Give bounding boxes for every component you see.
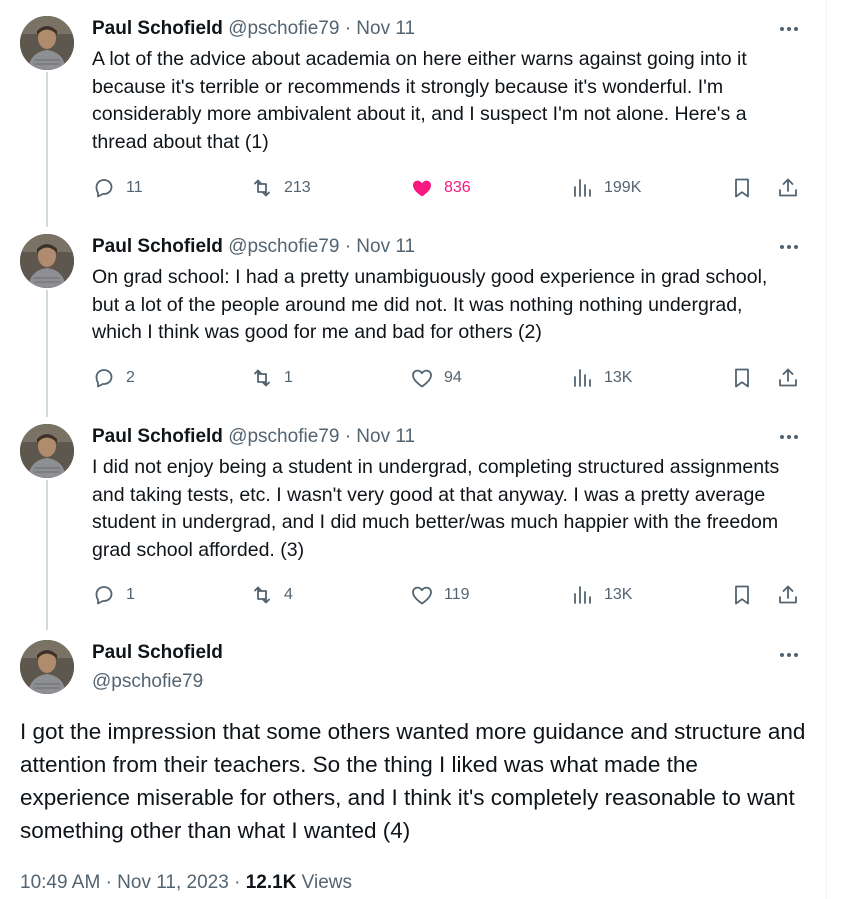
tweet-full-date[interactable]: Nov 11, 2023 (117, 872, 229, 893)
tweet-date[interactable]: Nov 11 (356, 18, 415, 39)
more-options-icon[interactable] (776, 427, 802, 447)
avatar[interactable] (20, 424, 74, 478)
like-count: 94 (444, 369, 462, 386)
reply-icon (95, 586, 113, 605)
tweet-time[interactable]: 10:49 AM (20, 872, 100, 893)
author-handle[interactable]: @pschofie79 (92, 670, 203, 694)
retweet-button[interactable]: 213 (250, 174, 311, 202)
reply-count: 11 (126, 179, 143, 196)
share-button[interactable] (776, 174, 800, 202)
author-name[interactable]: Paul Schofield (92, 426, 223, 447)
bookmark-icon (735, 368, 749, 388)
share-button[interactable] (776, 364, 800, 392)
thread-line (46, 290, 48, 417)
analytics-icon (574, 369, 591, 387)
analytics-icon (574, 179, 591, 197)
reply-icon (95, 369, 113, 388)
retweet-button[interactable]: 4 (250, 581, 293, 609)
views-count: 13K (604, 586, 633, 603)
heart-icon (412, 369, 432, 388)
bookmark-button[interactable] (730, 364, 754, 392)
timeline-border (826, 0, 827, 899)
views-button[interactable]: 199K (570, 174, 641, 202)
separator-dot: · (234, 872, 241, 893)
tweet-text: I did not enjoy being a student in under… (92, 456, 780, 561)
tweet-actions: 2 1 94 13K (0, 364, 826, 392)
bookmark-icon (735, 178, 749, 198)
heart-icon (412, 586, 432, 605)
author-name[interactable]: Paul Schofield (92, 236, 223, 257)
tweet-header: Paul Schofield @pschofie79 · Nov 11 (92, 235, 415, 259)
share-icon (779, 178, 797, 197)
retweet-icon (254, 369, 270, 387)
separator-dot: · (105, 872, 112, 893)
tweet-text: A lot of the advice about academia on he… (92, 48, 747, 153)
separator-dot: · (344, 426, 352, 447)
reply-count: 2 (126, 369, 135, 386)
like-count: 119 (444, 586, 470, 603)
reply-button[interactable]: 11 (92, 174, 143, 202)
share-button[interactable] (776, 581, 800, 609)
reply-button[interactable]: 2 (92, 364, 135, 392)
author-handle[interactable]: @pschofie79 (228, 18, 339, 39)
bookmark-button[interactable] (730, 581, 754, 609)
retweet-icon (254, 586, 270, 604)
retweet-count: 4 (284, 586, 293, 603)
tweet-date[interactable]: Nov 11 (356, 426, 415, 447)
tweet-header: Paul Schofield @pschofie79 · Nov 11 (92, 425, 415, 449)
retweet-count: 1 (284, 369, 293, 386)
reply-count: 1 (126, 586, 135, 603)
share-icon (779, 585, 797, 604)
separator-dot: · (344, 18, 352, 39)
more-options-icon[interactable] (776, 19, 802, 39)
retweet-button[interactable]: 1 (250, 364, 293, 392)
bookmark-icon (735, 585, 749, 605)
like-button[interactable]: 836 (410, 174, 471, 202)
views-button[interactable]: 13K (570, 581, 632, 609)
avatar[interactable] (20, 640, 74, 694)
share-icon (779, 368, 797, 387)
more-options-icon[interactable] (776, 645, 802, 665)
views-label: Views (301, 872, 353, 893)
views-count: 199K (604, 179, 642, 196)
retweet-count: 213 (284, 179, 311, 196)
views-count: 13K (604, 369, 633, 386)
reply-button[interactable]: 1 (92, 581, 135, 609)
tweet-actions: 11 213 836 199K (0, 174, 826, 202)
tweet-header: Paul Schofield @pschofie79 · Nov 11 (92, 17, 415, 41)
separator-dot: · (344, 236, 352, 257)
author-name[interactable]: Paul Schofield (92, 641, 223, 665)
more-options-icon[interactable] (776, 237, 802, 257)
author-name[interactable]: Paul Schofield (92, 18, 223, 39)
views-button[interactable]: 13K (570, 364, 632, 392)
views-total[interactable]: 12.1K (246, 872, 297, 893)
tweet-text: On grad school: I had a pretty unambiguo… (92, 266, 768, 343)
thread-line (46, 72, 48, 227)
tweet-actions: 1 4 119 13K (0, 581, 826, 609)
author-handle[interactable]: @pschofie79 (228, 426, 339, 447)
avatar[interactable] (20, 16, 74, 70)
like-count: 836 (444, 179, 471, 196)
analytics-icon (574, 586, 591, 604)
heart-filled-icon (413, 180, 431, 197)
retweet-icon (254, 179, 270, 197)
avatar[interactable] (20, 234, 74, 288)
bookmark-button[interactable] (730, 174, 754, 202)
like-button[interactable]: 119 (410, 581, 470, 609)
like-button[interactable]: 94 (410, 364, 462, 392)
reply-icon (95, 179, 113, 198)
main-tweet-text: I got the impression that some others wa… (20, 719, 806, 843)
author-handle[interactable]: @pschofie79 (228, 236, 339, 257)
tweet-meta: 10:49 AM · Nov 11, 2023 · 12.1K Views (20, 870, 352, 896)
tweet-date[interactable]: Nov 11 (356, 236, 415, 257)
